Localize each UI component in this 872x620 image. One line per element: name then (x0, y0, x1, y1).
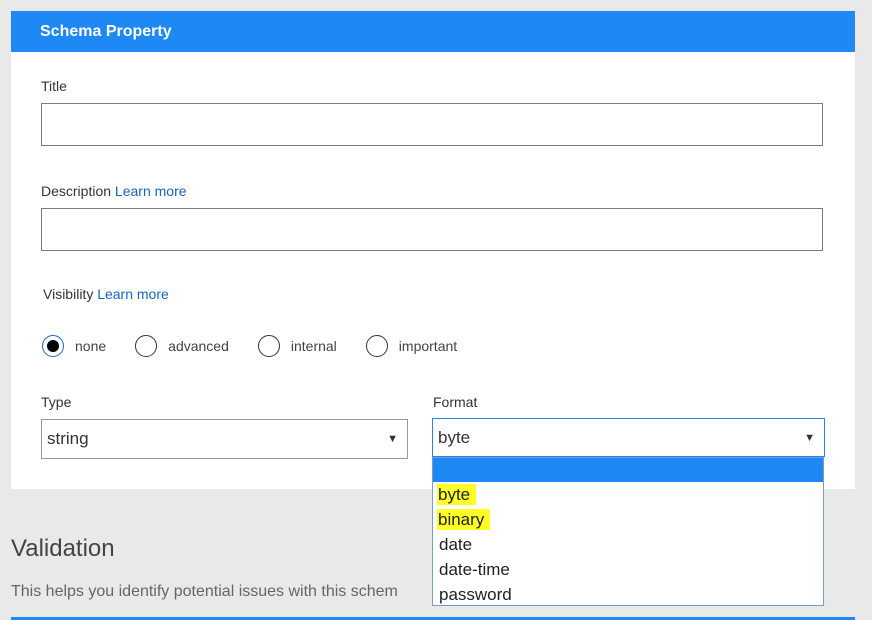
visibility-learn-more-link[interactable]: Learn more (97, 286, 169, 302)
radio-advanced-label: advanced (168, 338, 229, 354)
radio-none[interactable]: none (42, 335, 106, 357)
type-label: Type (41, 394, 72, 410)
description-label-row: Description Learn more (41, 183, 187, 199)
format-option-date[interactable]: date (433, 532, 823, 557)
format-option-byte-label: byte (437, 484, 477, 505)
radio-internal-label: internal (290, 338, 337, 354)
radio-advanced[interactable]: advanced (135, 335, 229, 357)
radio-internal[interactable]: internal (257, 335, 337, 357)
format-select-value: byte (438, 428, 471, 447)
schema-property-panel: Schema Property Title Description Learn … (11, 11, 855, 489)
validation-description: This helps you identify potential issues… (11, 583, 398, 600)
radio-important-label: important (398, 338, 458, 354)
radio-none-label: none (75, 338, 107, 354)
validation-title: Validation (11, 535, 115, 562)
title-label: Title (41, 78, 67, 94)
radio-dot-icon (47, 340, 59, 352)
format-option-empty[interactable] (433, 458, 823, 482)
format-option-byte[interactable]: byte (433, 482, 823, 507)
panel-header: Schema Property (11, 11, 855, 52)
format-option-binary[interactable]: binary (433, 507, 823, 532)
visibility-label: Visibility (43, 286, 94, 302)
type-select-value: string (47, 429, 89, 448)
radio-button-checked[interactable] (42, 335, 64, 357)
format-option-date-time[interactable]: date-time (433, 557, 823, 582)
radio-button[interactable] (365, 335, 388, 357)
description-input[interactable] (41, 208, 823, 251)
format-option-password[interactable]: password (433, 582, 823, 607)
format-select[interactable]: byte ▼ (432, 418, 825, 457)
visibility-label-row: Visibility Learn more (43, 286, 169, 302)
format-option-binary-label: binary (437, 509, 491, 530)
description-learn-more-link[interactable]: Learn more (115, 183, 187, 199)
format-dropdown-list: byte binary date date-time password (432, 457, 824, 606)
title-input[interactable] (41, 103, 823, 146)
radio-button[interactable] (257, 335, 280, 357)
visibility-radio-group: none advanced internal important (42, 332, 486, 360)
radio-button[interactable] (135, 335, 158, 357)
type-select[interactable]: string ▼ (41, 419, 408, 459)
dropdown-arrow-icon: ▼ (804, 432, 815, 444)
radio-important[interactable]: important (365, 335, 458, 357)
dropdown-arrow-icon: ▼ (387, 433, 398, 445)
format-label: Format (433, 394, 478, 410)
description-label: Description (41, 183, 112, 199)
